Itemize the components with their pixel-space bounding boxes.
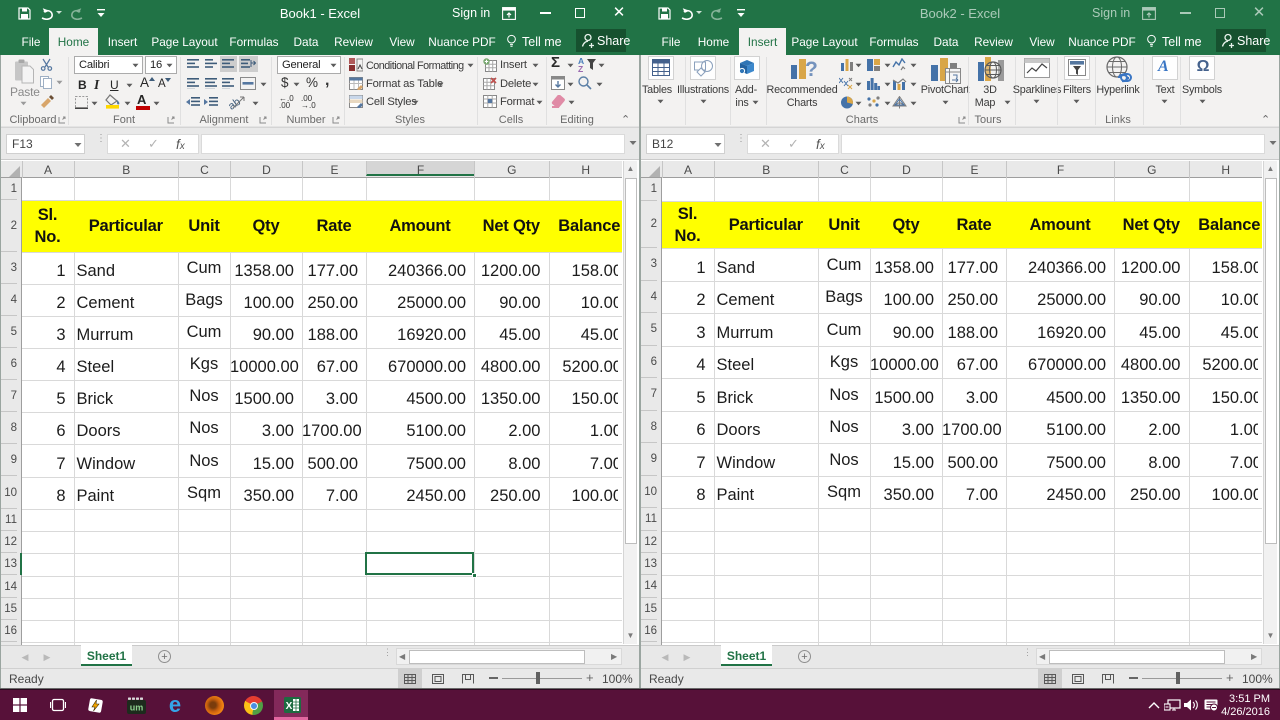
svg-text:X: X xyxy=(286,701,293,712)
svg-text:um: um xyxy=(130,703,144,713)
